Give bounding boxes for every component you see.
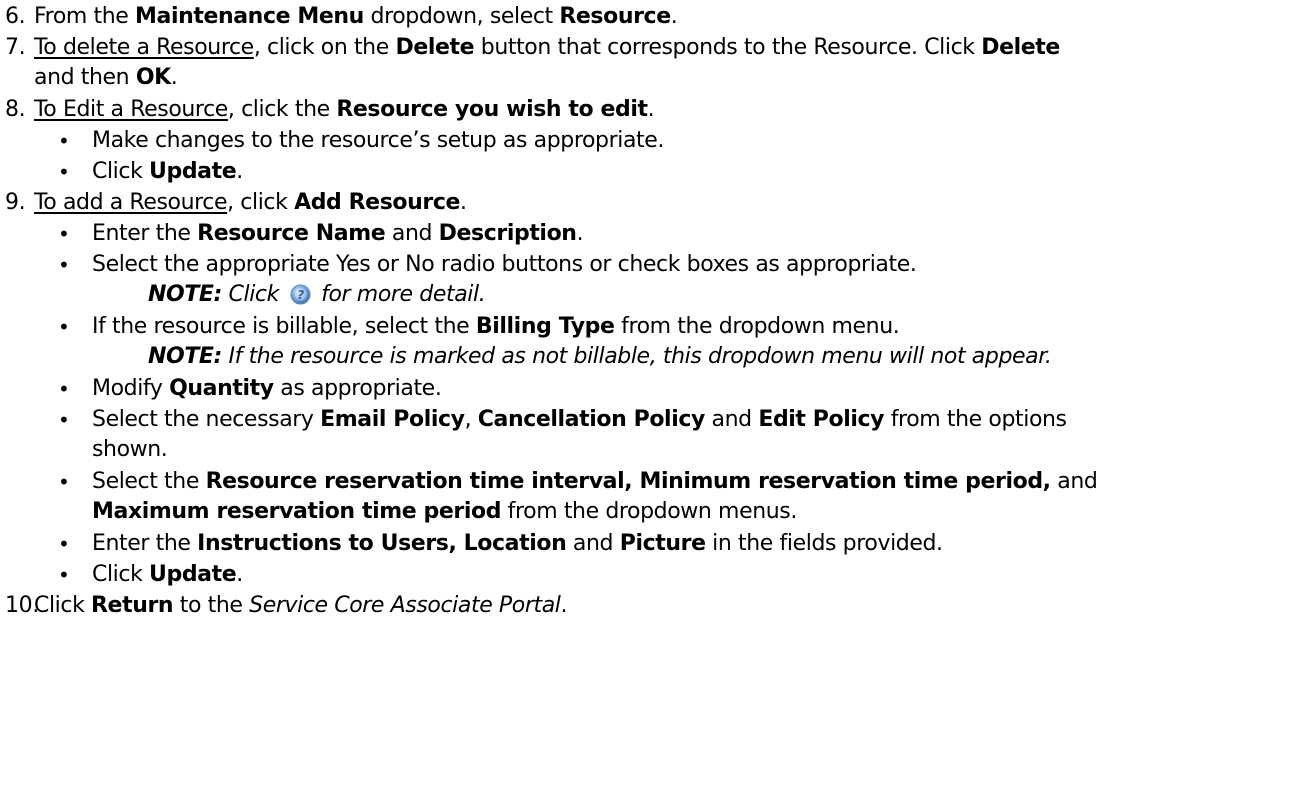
resource-name-label: Resource Name [197, 221, 386, 246]
edit-resource-heading: To Edit a Resource [34, 97, 228, 122]
ok-label: OK [135, 65, 171, 90]
step-number: 8. [5, 97, 26, 122]
resource-to-edit-label: Resource you wish to edit [336, 97, 648, 122]
note-text: NOTE: If the resource is marked as not b… [148, 344, 1052, 369]
bullet-text: Maximum reservation time period from the… [92, 499, 797, 524]
bullet-text: Click Update. [92, 562, 243, 587]
note-label: NOTE: [148, 344, 222, 369]
bullet-text: Enter the Instructions to Users, Locatio… [92, 531, 943, 556]
update-label: Update [149, 159, 237, 184]
delete-label: Delete [981, 35, 1060, 60]
step-text: and then OK. [34, 65, 178, 90]
bullet-icon: • [58, 563, 70, 587]
bullet-text: Enter the Resource Name and Description. [92, 221, 584, 246]
note-label: NOTE: [148, 282, 222, 307]
bullet-icon: • [58, 470, 70, 494]
email-policy-label: Email Policy [320, 407, 465, 432]
step-number: 7. [5, 35, 26, 60]
step-text: From the Maintenance Menu dropdown, sele… [34, 4, 678, 29]
bullet-text: Modify Quantity as appropriate. [92, 376, 442, 401]
portal-name: Service Core Associate Portal [249, 593, 561, 618]
bullet-icon: • [58, 315, 70, 339]
bullet-text: Make changes to the resource’s setup as … [92, 128, 664, 153]
bullet-icon: • [58, 532, 70, 556]
bullet-icon: • [58, 160, 70, 184]
time-settings-label: Resource reservation time interval, Mini… [205, 469, 1051, 494]
update-label: Update [149, 562, 237, 587]
bullet-icon: • [58, 377, 70, 401]
description-label: Description [438, 221, 577, 246]
add-resource-heading: To add a Resource [34, 190, 228, 215]
bullet-icon: • [58, 129, 70, 153]
step-text: Click Return to the Service Core Associa… [34, 593, 568, 618]
return-label: Return [91, 593, 174, 618]
picture-label: Picture [619, 531, 706, 556]
bullet-icon: • [58, 408, 70, 432]
maintenance-menu-label: Maintenance Menu [135, 4, 364, 29]
bullet-text: Select the Resource reservation time int… [92, 469, 1098, 494]
resource-label: Resource [559, 4, 671, 29]
bullet-text: Select the necessary Email Policy, Cance… [92, 407, 1067, 432]
bullet-icon: • [58, 253, 70, 277]
step-text: To add a Resource, click Add Resource. [34, 190, 467, 215]
bullet-text: Click Update. [92, 159, 243, 184]
step-number: 6. [5, 4, 26, 29]
instructions-location-label: Instructions to Users, Location [197, 531, 567, 556]
step-text: To delete a Resource, click on the Delet… [34, 35, 1060, 60]
bullet-text: Select the appropriate Yes or No radio b… [92, 252, 917, 277]
help-icon: ? [290, 284, 311, 305]
max-reservation-label: Maximum reservation time period [92, 499, 502, 524]
bullet-icon: • [58, 222, 70, 246]
billing-type-label: Billing Type [475, 314, 615, 339]
delete-resource-heading: To delete a Resource [34, 35, 254, 60]
edit-policy-label: Edit Policy [758, 407, 885, 432]
bullet-text: shown. [92, 437, 168, 462]
bullet-text: If the resource is billable, select the … [92, 314, 900, 339]
svg-text:?: ? [297, 288, 304, 302]
delete-label: Delete [395, 35, 475, 60]
add-resource-label: Add Resource [294, 190, 460, 215]
step-text: To Edit a Resource, click the Resource y… [34, 97, 655, 122]
step-number: 9. [5, 190, 26, 215]
quantity-label: Quantity [169, 376, 274, 401]
note-text: NOTE: Click ? for more detail. [148, 282, 486, 307]
cancellation-policy-label: Cancellation Policy [477, 407, 706, 432]
